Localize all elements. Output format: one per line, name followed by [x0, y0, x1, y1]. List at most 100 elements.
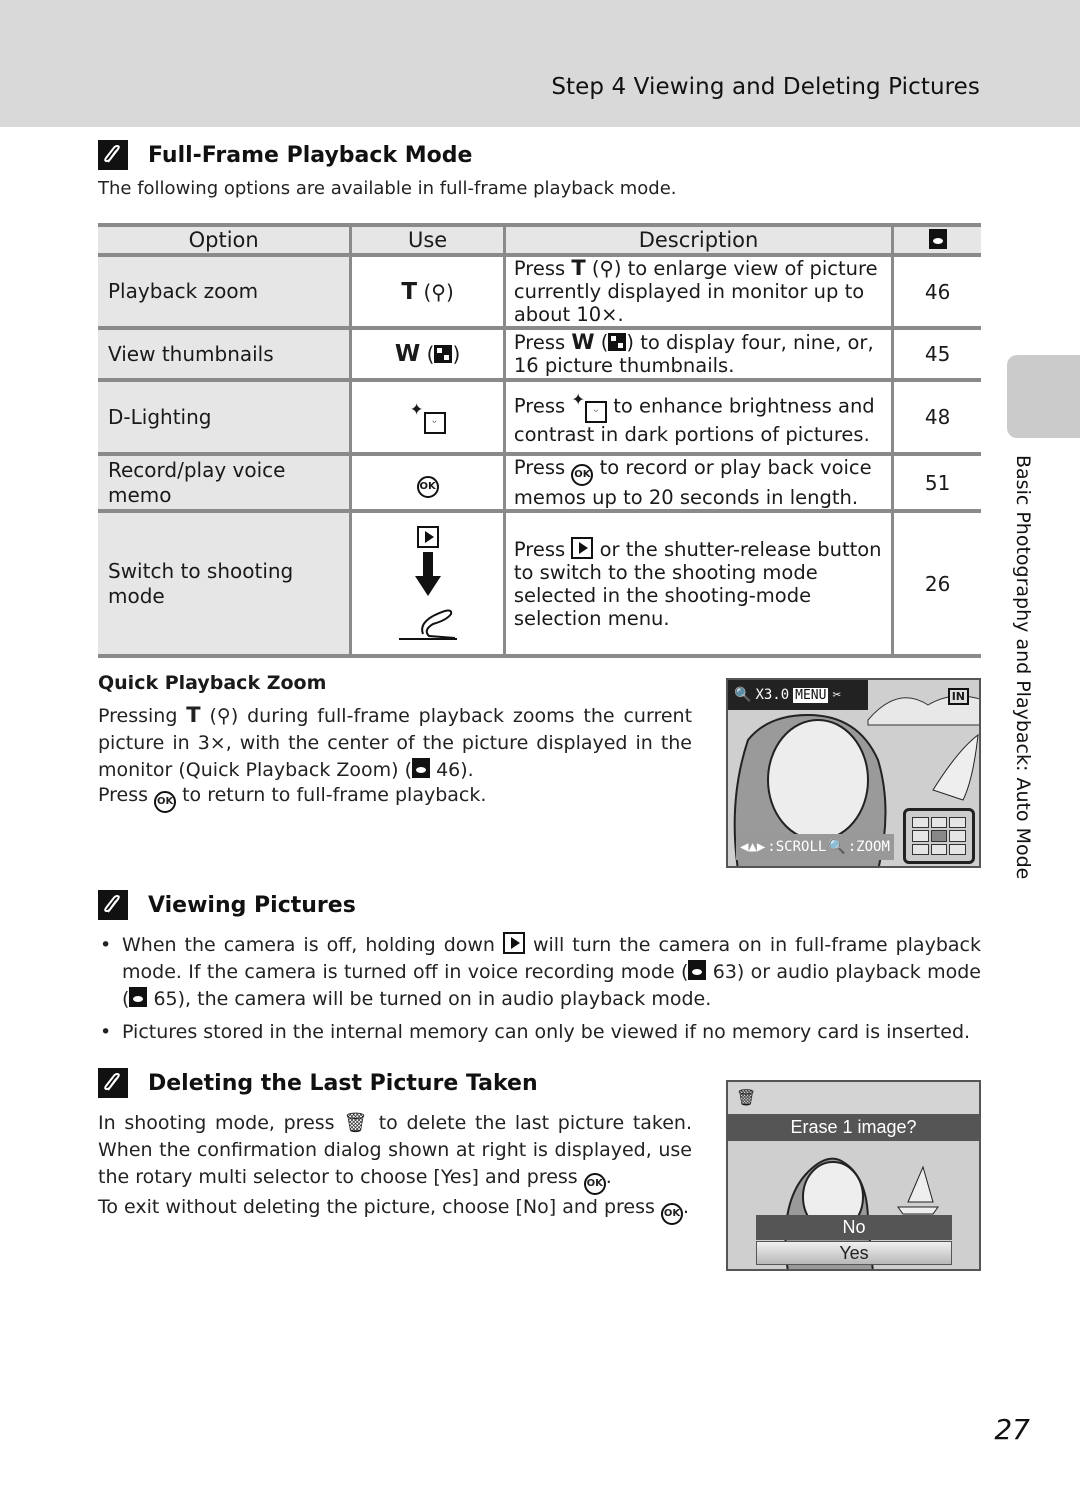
col-header-use: Use [349, 225, 506, 255]
t-button-icon: T [401, 278, 418, 305]
zoom-in-icon: ⚲ [599, 257, 614, 280]
use-cell: T (⚲) [349, 255, 506, 328]
section-title: Full-Frame Playback Mode [148, 142, 473, 168]
multi-selector-icon: ◀▲▶ [740, 839, 766, 855]
trash-icon: 🗑 [736, 1088, 757, 1107]
body-text: To exit without deleting the picture, ch… [98, 1196, 655, 1218]
body-text: to return to full-frame playback. [182, 784, 487, 806]
t-button-icon: T [186, 703, 201, 727]
note-paperclip-icon [98, 1068, 128, 1098]
arrow-down-icon [414, 551, 441, 596]
t-button-icon: T [571, 256, 586, 280]
reference-icon [129, 987, 148, 1007]
deleting-body-2: To exit without deleting the picture, ch… [98, 1196, 689, 1225]
page-ref-cell: 48 [891, 380, 981, 454]
list-item: Pictures stored in the internal memory c… [98, 1019, 981, 1046]
table-row: D-Lighting ✦ᵕ Press ✦ᵕ to enhance bright… [98, 380, 981, 454]
page-header-title: Step 4 Viewing and Deleting Pictures [551, 74, 980, 100]
header-band [0, 0, 1080, 127]
w-button-icon: W [394, 341, 421, 367]
table-header-row: Option Use Description [98, 225, 981, 255]
col-header-page [891, 225, 981, 255]
scroll-hint: :SCROLL [767, 839, 827, 855]
quick-zoom-title: Quick Playback Zoom [98, 672, 327, 694]
option-cell: Playback zoom [98, 255, 353, 328]
ok-button-icon: OK [154, 791, 177, 813]
w-button-icon: W [571, 330, 595, 354]
page-ref-cell: 45 [891, 328, 981, 380]
deleting-body: In shooting mode, press 🗑 to delete the … [98, 1110, 692, 1195]
zoom-in-icon: ⚲ [216, 705, 231, 727]
playback-button-icon [502, 932, 525, 954]
chapter-tab [1007, 355, 1080, 438]
page-ref-cell: 51 [891, 454, 981, 511]
col-header-description: Description [502, 225, 895, 255]
description-cell: Press W () to display four, nine, or, 16… [502, 328, 895, 380]
col-header-option: Option [98, 225, 353, 255]
body-pre: Pressing [98, 705, 178, 727]
zoom-navigator-grid [903, 808, 975, 864]
desc-pre: Press [513, 257, 566, 280]
option-cell: View thumbnails [98, 328, 353, 380]
section-title: Viewing Pictures [148, 892, 356, 918]
ok-button-icon: OK [583, 1173, 606, 1195]
quick-zoom-body: Pressing T (⚲) during full-frame playbac… [98, 703, 693, 781]
option-cell: D-Lighting [98, 380, 353, 454]
note-paperclip-icon [98, 890, 128, 920]
body-end: . [605, 1166, 612, 1188]
desc-text: or the shutter-release button to switch … [513, 538, 882, 630]
reference-icon [412, 758, 431, 778]
lcd-quick-zoom-screenshot: 🔍 X3.0 MENU ✂ IN ◀▲▶ :SCROLL 🔍 :ZOOM [726, 678, 981, 868]
reference-icon [928, 229, 947, 249]
desc-pre: Press [513, 331, 566, 354]
shutter-release-icon [398, 609, 457, 640]
bullet-text: When the camera is off, holding down [122, 934, 495, 956]
viewing-notes-list: When the camera is off, holding down wil… [98, 932, 981, 1052]
playback-button-icon [571, 537, 594, 559]
menu-tag: MENU [793, 687, 829, 703]
body-pre: In shooting mode, press [98, 1112, 335, 1134]
internal-memory-icon: IN [947, 688, 969, 705]
page-ref-cell: 46 [891, 255, 981, 328]
option-yes[interactable]: Yes [756, 1241, 952, 1265]
section-heading-deleting: Deleting the Last Picture Taken [98, 1068, 538, 1098]
section-intro: The following options are available in f… [98, 178, 677, 199]
d-lighting-icon: ᵕ [585, 401, 608, 424]
zoom-in-icon: ⚲ [431, 279, 446, 304]
body-end: . [682, 1196, 690, 1218]
description-cell: Press ✦ᵕ to enhance brightness and contr… [502, 380, 895, 454]
zoom-icon: 🔍 [734, 687, 752, 703]
thumbnail-icon [434, 345, 453, 363]
use-cell [349, 511, 506, 656]
ok-button-icon: OK [416, 476, 439, 498]
body-ref: 46). [436, 759, 474, 781]
thumbnail-icon [608, 333, 627, 351]
page-number: 27 [994, 1413, 1030, 1446]
section-heading-viewing: Viewing Pictures [98, 890, 356, 920]
desc-text: to enlarge view of picture currently dis… [513, 257, 878, 326]
desc-text: to record or play back voice memos up to… [513, 456, 872, 509]
scissors-icon: ✂ [832, 687, 841, 703]
table-row: View thumbnails W () Press W () to displ… [98, 328, 981, 380]
option-cell: Record/play voice memo [98, 454, 353, 511]
description-cell: Press T (⚲) to enlarge view of picture c… [502, 255, 895, 328]
desc-pre: Press [513, 456, 566, 479]
use-cell: ✦ᵕ [349, 380, 506, 454]
option-no[interactable]: No [756, 1215, 952, 1240]
chapter-label: Basic Photography and Playback: Auto Mod… [1012, 455, 1034, 880]
use-cell: OK [349, 454, 506, 511]
erase-prompt: Erase 1 image? [728, 1114, 979, 1141]
d-lighting-icon: ᵕ [423, 411, 446, 434]
zoom-hint: :ZOOM [847, 839, 890, 855]
lcd-zoom-bar: 🔍 X3.0 MENU ✂ [728, 680, 868, 710]
desc-pre: Press [513, 538, 566, 561]
zoom-level: X3.0 [755, 687, 790, 703]
trash-icon: 🗑 [343, 1112, 371, 1134]
desc-text: to enhance brightness and contrast in da… [513, 394, 875, 447]
list-item: When the camera is off, holding down wil… [98, 932, 981, 1013]
desc-text: to display four, nine, or, 16 picture th… [513, 331, 874, 377]
playback-button-icon [416, 525, 439, 548]
zoom-icon: 🔍 [828, 839, 846, 855]
ok-button-icon: OK [660, 1203, 683, 1225]
quick-zoom-body-2: Press OK to return to full-frame playbac… [98, 784, 486, 813]
